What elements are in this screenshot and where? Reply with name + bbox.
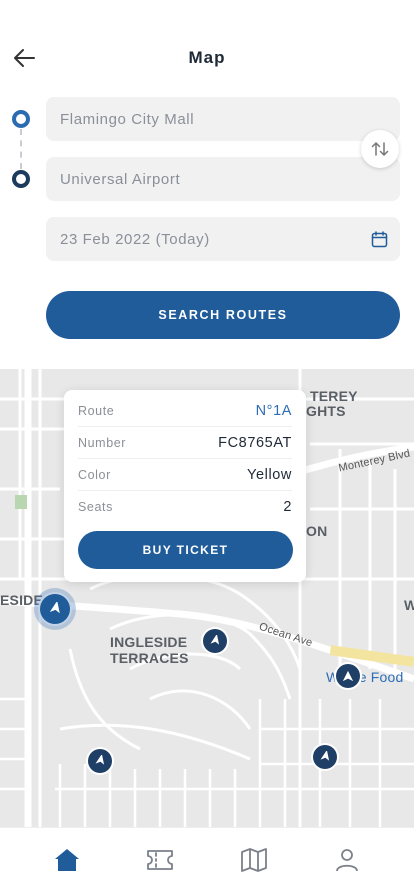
card-key: Route: [78, 404, 115, 418]
page-title: Map: [188, 48, 226, 67]
ticket-icon: [147, 850, 174, 870]
navigation-arrow-icon: [342, 670, 354, 682]
card-row-route: Route N°1A: [78, 401, 292, 421]
card-divider: [78, 426, 292, 427]
bus-marker[interactable]: [203, 629, 227, 653]
map-label-ingleside-left: ESIDE: [0, 592, 44, 608]
origin-dot: [12, 110, 30, 128]
nav-tickets[interactable]: [140, 840, 180, 880]
card-key: Number: [78, 436, 127, 450]
map-label-monterey: TEREY: [310, 388, 358, 404]
route-connector: [20, 129, 22, 169]
navigation-arrow-icon: [95, 755, 105, 765]
card-row-number: Number FC8765AT: [78, 433, 292, 453]
bus-marker[interactable]: [336, 664, 360, 688]
map-label-ingleside: INGLESIDE: [110, 634, 188, 650]
route-info-card: Route N°1A Number FC8765AT Color Yellow …: [64, 390, 306, 582]
card-divider: [78, 490, 292, 491]
map-icon: [240, 848, 267, 872]
calendar-icon[interactable]: [370, 230, 388, 248]
nav-map[interactable]: [234, 840, 274, 880]
card-key: Seats: [78, 500, 113, 514]
destination-dot: [12, 170, 30, 188]
navigation-arrow-icon: [210, 635, 220, 645]
map-label-heights: GHTS: [306, 403, 346, 419]
origin-input[interactable]: Flamingo City Mall: [46, 97, 400, 141]
navigation-arrow-icon: [320, 751, 330, 761]
header: Map: [0, 0, 414, 100]
home-icon: [54, 849, 79, 871]
card-row-seats: Seats 2: [78, 497, 292, 517]
navigation-arrow-icon: [49, 602, 60, 614]
card-value: 2: [283, 499, 292, 515]
map-label-on: ON: [306, 523, 328, 539]
date-field-value: 23 Feb 2022 (Today): [60, 230, 210, 248]
date-field[interactable]: 23 Feb 2022 (Today): [46, 217, 400, 261]
buy-ticket-button[interactable]: BUY TICKET: [78, 531, 293, 569]
bus-marker[interactable]: [88, 749, 112, 773]
search-routes-button[interactable]: SEARCH ROUTES: [46, 291, 400, 339]
swap-button[interactable]: [361, 130, 399, 168]
user-icon: [336, 849, 359, 872]
card-key: Color: [78, 468, 111, 482]
bus-marker-selected[interactable]: [40, 594, 70, 624]
map-label-terraces: TERRACES: [110, 650, 189, 666]
destination-input[interactable]: Universal Airport: [46, 157, 400, 201]
bus-marker[interactable]: [313, 745, 337, 769]
card-value: FC8765AT: [218, 435, 292, 451]
card-row-color: Color Yellow: [78, 465, 292, 485]
card-divider: [78, 458, 292, 459]
bottom-nav: [0, 827, 414, 896]
card-value: Yellow: [247, 467, 292, 483]
swap-vertical-icon: [371, 142, 389, 156]
card-value: N°1A: [255, 403, 292, 419]
origin-input-value: Flamingo City Mall: [60, 110, 195, 128]
nav-home[interactable]: [47, 840, 87, 880]
destination-input-value: Universal Airport: [60, 170, 181, 188]
map-label-w: W: [404, 597, 414, 613]
nav-profile[interactable]: [327, 840, 367, 880]
